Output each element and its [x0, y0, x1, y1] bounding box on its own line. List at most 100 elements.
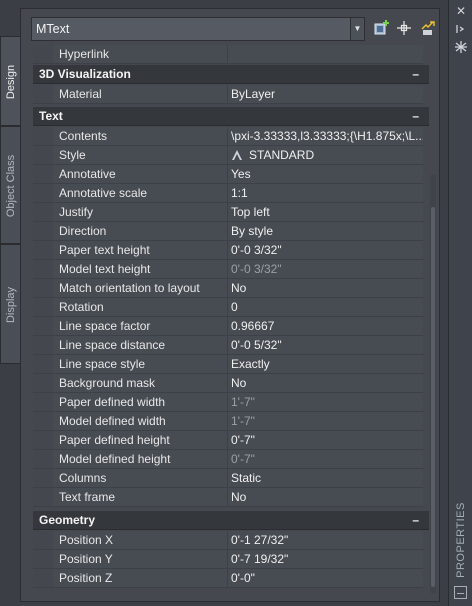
property-label: Annotative: [53, 165, 227, 184]
quick-select-icon[interactable]: [419, 19, 437, 37]
property-row-rotation[interactable]: Rotation 0: [33, 298, 429, 317]
properties-panel: MText ▼ Hyperlink 3D Visualization – Mat…: [20, 8, 440, 602]
property-value[interactable]: 0'-7 19/32": [227, 550, 423, 569]
category-label: Geometry: [39, 513, 96, 527]
palette-title-text: PROPERTIES: [455, 502, 467, 578]
property-value[interactable]: Top left: [227, 203, 423, 222]
property-row-model-defined-width[interactable]: Model defined width 1'-7": [33, 412, 429, 431]
vertical-scrollbar[interactable]: [430, 175, 436, 593]
property-row-background-mask[interactable]: Background mask No: [33, 374, 429, 393]
property-value: 1'-7": [227, 412, 423, 431]
category-label: Text: [39, 109, 63, 123]
property-value[interactable]: No: [227, 488, 423, 507]
property-row-position-z[interactable]: Position Z 0'-0": [33, 569, 429, 588]
property-label: Contents: [53, 127, 227, 146]
property-label: Position Y: [53, 550, 227, 569]
scrollbar-thumb[interactable]: [431, 207, 435, 587]
property-value: 1'-7": [227, 393, 423, 412]
property-label: Line space distance: [53, 336, 227, 355]
property-row-paper-defined-height[interactable]: Paper defined height 0'-7": [33, 431, 429, 450]
property-label: Columns: [53, 469, 227, 488]
property-value[interactable]: \pxi-3.33333,l3.33333;{\H1.875x;\L...: [227, 127, 423, 146]
property-row-model-text-height[interactable]: Model text height 0'-0 3/32": [33, 260, 429, 279]
text-style-icon: [232, 150, 242, 160]
collapse-icon[interactable]: –: [412, 107, 419, 126]
property-value[interactable]: Static: [227, 469, 423, 488]
property-row-match-orientation[interactable]: Match orientation to layout No: [33, 279, 429, 298]
property-row-line-space-factor[interactable]: Line space factor 0.96667: [33, 317, 429, 336]
category-geometry[interactable]: Geometry –: [33, 511, 429, 530]
property-value[interactable]: No: [227, 279, 423, 298]
select-objects-icon[interactable]: [395, 19, 413, 37]
property-row-model-defined-height[interactable]: Model defined height 0'-7": [33, 450, 429, 469]
property-value[interactable]: 0: [227, 298, 423, 317]
collapse-icon[interactable]: –: [412, 511, 419, 530]
category-3d-visualization[interactable]: 3D Visualization –: [33, 65, 429, 84]
property-value[interactable]: 0'-0": [227, 569, 423, 588]
property-row-text-frame[interactable]: Text frame No: [33, 488, 429, 507]
property-label: Line space style: [53, 355, 227, 374]
property-value[interactable]: Yes: [227, 165, 423, 184]
property-value[interactable]: 0'-0 3/32": [227, 241, 423, 260]
property-label: Paper defined height: [53, 431, 227, 450]
property-label: Annotative scale: [53, 184, 227, 203]
property-row-hyperlink[interactable]: Hyperlink: [33, 45, 429, 64]
property-value[interactable]: No: [227, 374, 423, 393]
property-label: Direction: [53, 222, 227, 241]
tab-display-label: Display: [5, 286, 17, 324]
property-label: Position X: [53, 531, 227, 550]
chevron-down-icon[interactable]: ▼: [350, 18, 364, 40]
property-label: Style: [53, 146, 227, 165]
category-text[interactable]: Text –: [33, 107, 429, 126]
property-value[interactable]: 0.96667: [227, 317, 423, 336]
property-row-annotative-scale[interactable]: Annotative scale 1:1: [33, 184, 429, 203]
property-row-columns[interactable]: Columns Static: [33, 469, 429, 488]
property-label: Model defined height: [53, 450, 227, 469]
property-value[interactable]: 1:1: [227, 184, 423, 203]
properties-menu-icon[interactable]: [453, 40, 469, 54]
property-row-position-x[interactable]: Position X 0'-1 27/32": [33, 531, 429, 550]
property-row-direction[interactable]: Direction By style: [33, 222, 429, 241]
property-value: 0'-7": [227, 450, 423, 469]
property-value[interactable]: 0'-1 27/32": [227, 531, 423, 550]
add-selection-icon[interactable]: [373, 19, 391, 37]
tab-design-label: Design: [5, 64, 17, 100]
property-value[interactable]: By style: [227, 222, 423, 241]
property-value-style[interactable]: STANDARD: [227, 146, 423, 165]
tab-display[interactable]: Display: [0, 244, 20, 364]
property-row-position-y[interactable]: Position Y 0'-7 19/32": [33, 550, 429, 569]
autohide-icon[interactable]: [453, 22, 469, 36]
property-label: Rotation: [53, 298, 227, 317]
palette-tabs: Design Object Class Display: [0, 0, 20, 606]
property-row-contents[interactable]: Contents \pxi-3.33333,l3.33333;{\H1.875x…: [33, 127, 429, 146]
property-value[interactable]: 0'-7": [227, 431, 423, 450]
tab-design[interactable]: Design: [0, 36, 20, 126]
property-label: Position Z: [53, 569, 227, 588]
tab-object-class[interactable]: Object Class: [0, 126, 20, 244]
palette-title[interactable]: PROPERTIES: [449, 500, 472, 580]
close-icon[interactable]: ✕: [453, 4, 469, 18]
property-label: Material: [53, 85, 227, 104]
property-row-material[interactable]: Material ByLayer: [33, 85, 429, 104]
property-value[interactable]: [227, 45, 423, 64]
property-value[interactable]: Exactly: [227, 355, 423, 374]
property-row-line-space-style[interactable]: Line space style Exactly: [33, 355, 429, 374]
property-grid: Hyperlink 3D Visualization – Material By…: [33, 45, 436, 597]
property-row-style[interactable]: Style STANDARD: [33, 146, 429, 165]
property-row-justify[interactable]: Justify Top left: [33, 203, 429, 222]
property-label: Match orientation to layout: [53, 279, 227, 298]
property-value-text: STANDARD: [249, 148, 315, 162]
property-row-annotative[interactable]: Annotative Yes: [33, 165, 429, 184]
property-label: Model text height: [53, 260, 227, 279]
palette-options-icon[interactable]: [454, 586, 467, 599]
property-value[interactable]: 0'-0 5/32": [227, 336, 423, 355]
collapse-icon[interactable]: –: [412, 65, 419, 84]
property-row-paper-text-height[interactable]: Paper text height 0'-0 3/32": [33, 241, 429, 260]
property-label: Model defined width: [53, 412, 227, 431]
property-label: Paper text height: [53, 241, 227, 260]
object-type-select[interactable]: MText ▼: [31, 17, 365, 41]
property-row-line-space-distance[interactable]: Line space distance 0'-0 5/32": [33, 336, 429, 355]
property-label: Line space factor: [53, 317, 227, 336]
property-value[interactable]: ByLayer: [227, 85, 423, 104]
property-row-paper-defined-width[interactable]: Paper defined width 1'-7": [33, 393, 429, 412]
